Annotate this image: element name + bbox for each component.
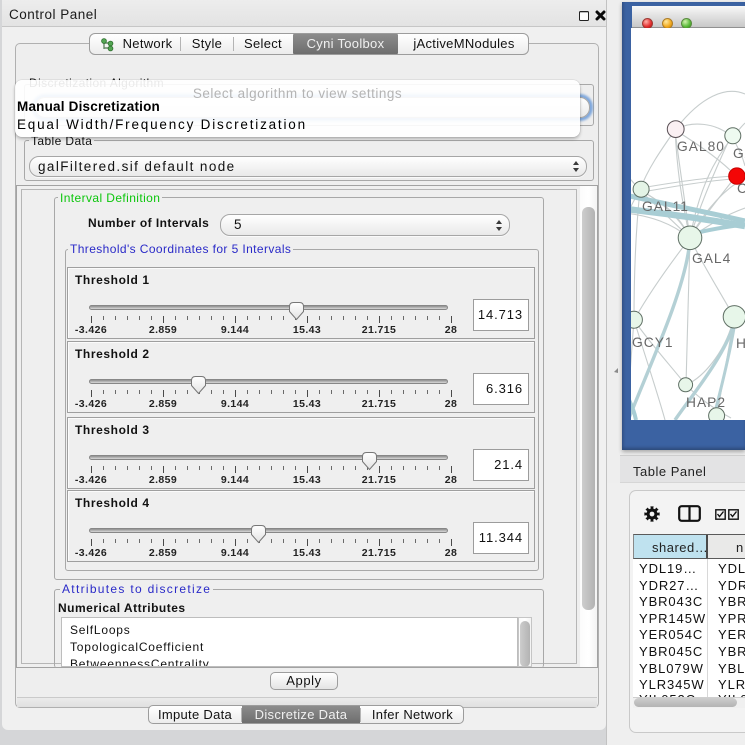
svg-text:GAL80: GAL80	[677, 139, 725, 154]
svg-text:H: H	[736, 336, 745, 351]
svg-text:GA: GA	[733, 146, 745, 161]
svg-text:HAP2: HAP2	[686, 395, 726, 410]
svg-text:GCY1: GCY1	[632, 335, 674, 350]
svg-text:GAL4: GAL4	[692, 251, 731, 266]
svg-text:GAL11: GAL11	[642, 199, 689, 214]
svg-text:C: C	[737, 181, 745, 196]
